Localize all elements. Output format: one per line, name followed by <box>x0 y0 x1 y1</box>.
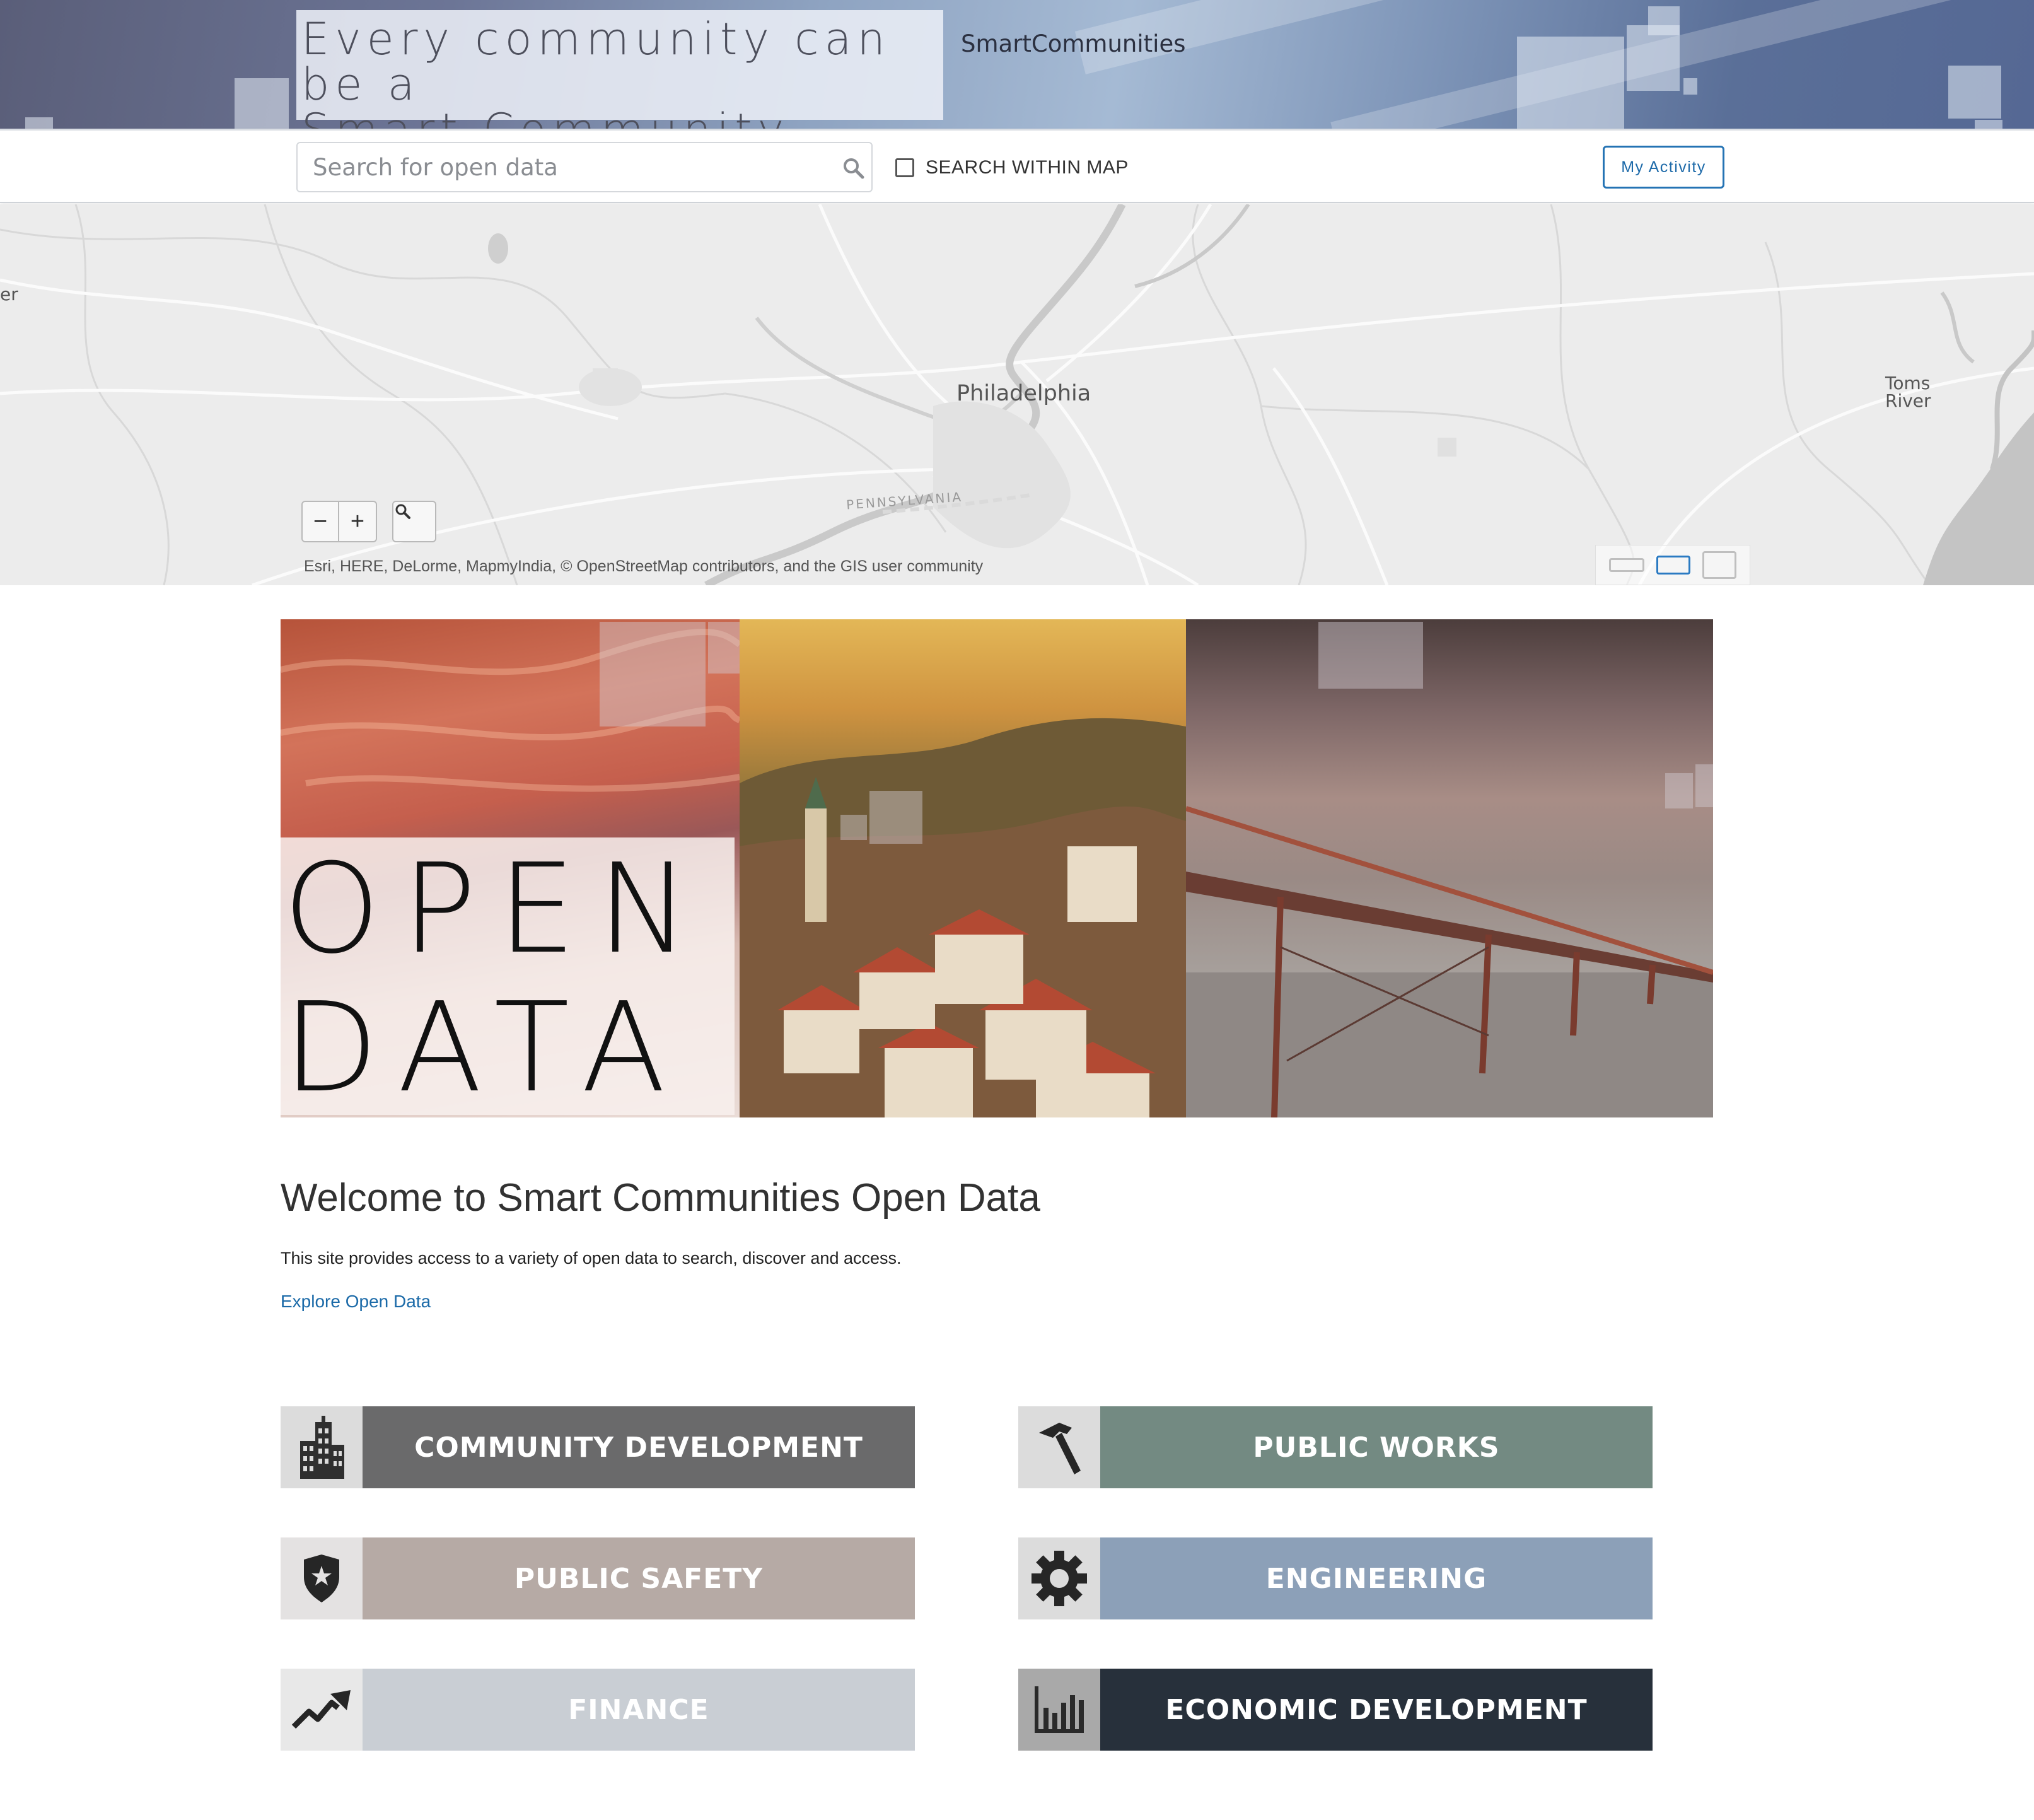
open-data-title: OPEN DATA <box>283 837 711 1117</box>
shield-star-icon <box>304 1555 339 1602</box>
category-community-development[interactable]: COMMUNITY DEVELOPMENT <box>281 1406 915 1488</box>
magnifier-icon <box>395 504 410 519</box>
banner-decor-square <box>235 78 289 129</box>
category-label: COMMUNITY DEVELOPMENT <box>363 1406 915 1488</box>
search-field <box>296 142 873 192</box>
hero-decor-square <box>600 622 706 726</box>
hero-decor-square <box>840 815 867 840</box>
gear-icon <box>1032 1551 1087 1606</box>
tagline-box: Every community can be a Smart Community… <box>296 10 943 129</box>
hero-sky-image: OPEN DATA <box>281 619 740 1117</box>
banner-decor-square <box>25 117 53 129</box>
map-view[interactable]: Philadelphia PENNSYLVANIA Toms River er … <box>0 204 2034 585</box>
category-label: PUBLIC SAFETY <box>363 1537 915 1619</box>
category-icon-box <box>1018 1406 1100 1488</box>
hero-decor-square <box>1695 764 1713 807</box>
banner-decor-square <box>1948 66 2001 119</box>
search-within-map[interactable]: SEARCH WITHIN MAP <box>895 157 1129 178</box>
zoom-in-button[interactable]: + <box>339 501 377 542</box>
search-within-map-checkbox[interactable] <box>895 158 914 177</box>
banner-decor-square <box>1683 78 1697 95</box>
banner-decor-square <box>1517 37 1624 129</box>
welcome-description: This site provides access to a variety o… <box>281 1249 902 1268</box>
hero-banner: OPEN DATA <box>281 619 1713 1117</box>
brand-name[interactable]: SmartCommunities <box>961 30 1186 57</box>
category-icon-box <box>1018 1537 1100 1619</box>
category-icon-box <box>281 1669 363 1751</box>
category-finance[interactable]: FINANCE <box>281 1669 915 1751</box>
zoom-out-button[interactable]: − <box>301 501 339 542</box>
map-label-philadelphia: Philadelphia <box>956 381 1091 406</box>
hero-decor-square <box>708 622 740 674</box>
map-size-small-button[interactable] <box>1609 558 1645 572</box>
category-economic-development[interactable]: ECONOMIC DEVELOPMENT <box>1018 1669 1653 1751</box>
map-size-large-button[interactable] <box>1702 551 1736 579</box>
explore-open-data-link[interactable]: Explore Open Data <box>281 1292 431 1312</box>
pier-scene <box>1186 806 1713 1117</box>
trend-up-icon <box>291 1690 351 1729</box>
search-icon[interactable] <box>841 156 866 181</box>
map-search-button[interactable] <box>392 501 436 542</box>
my-activity-button[interactable]: My Activity <box>1603 146 1724 189</box>
hero-decor-square <box>869 791 922 844</box>
page: Every community can be a Smart Community… <box>0 0 2034 1820</box>
map-label-toms-river: Toms River <box>1885 373 1931 411</box>
search-bar: SEARCH WITHIN MAP My Activity <box>0 129 2034 203</box>
category-label: ENGINEERING <box>1100 1537 1653 1619</box>
search-within-map-label: SEARCH WITHIN MAP <box>926 157 1129 178</box>
hammer-icon <box>1039 1423 1081 1474</box>
header-banner: Every community can be a Smart Community… <box>0 0 2034 129</box>
hero-decor-square <box>1318 622 1423 689</box>
buildings-icon <box>300 1416 344 1479</box>
category-icon-box <box>281 1537 363 1619</box>
category-icon-box <box>281 1406 363 1488</box>
header-tagline: Every community can be a Smart Community… <box>301 13 891 129</box>
banner-decor-square <box>1975 120 2002 129</box>
hero-decor-square <box>1665 773 1693 808</box>
category-public-works[interactable]: PUBLIC WORKS <box>1018 1406 1653 1488</box>
category-label: ECONOMIC DEVELOPMENT <box>1100 1669 1653 1751</box>
bar-chart-icon <box>1035 1686 1084 1733</box>
category-public-safety[interactable]: PUBLIC SAFETY <box>281 1537 915 1619</box>
category-label: PUBLIC WORKS <box>1100 1406 1653 1488</box>
banner-decor-square <box>1648 6 1680 35</box>
hero-pier-image <box>1186 619 1713 1117</box>
map-attribution: Esri, HERE, DeLorme, MapmyIndia, © OpenS… <box>304 557 984 575</box>
zoom-controls: − + <box>301 501 377 542</box>
search-input[interactable] <box>298 143 827 191</box>
map-size-medium-button[interactable] <box>1656 556 1690 575</box>
category-engineering[interactable]: ENGINEERING <box>1018 1537 1653 1619</box>
map-size-switcher <box>1595 545 1750 585</box>
category-icon-box <box>1018 1669 1100 1751</box>
category-label: FINANCE <box>363 1669 915 1751</box>
map-label-edge: er <box>0 284 18 305</box>
welcome-title: Welcome to Smart Communities Open Data <box>281 1176 1040 1220</box>
hero-town-image <box>740 619 1186 1117</box>
town-scene <box>740 718 1186 1117</box>
